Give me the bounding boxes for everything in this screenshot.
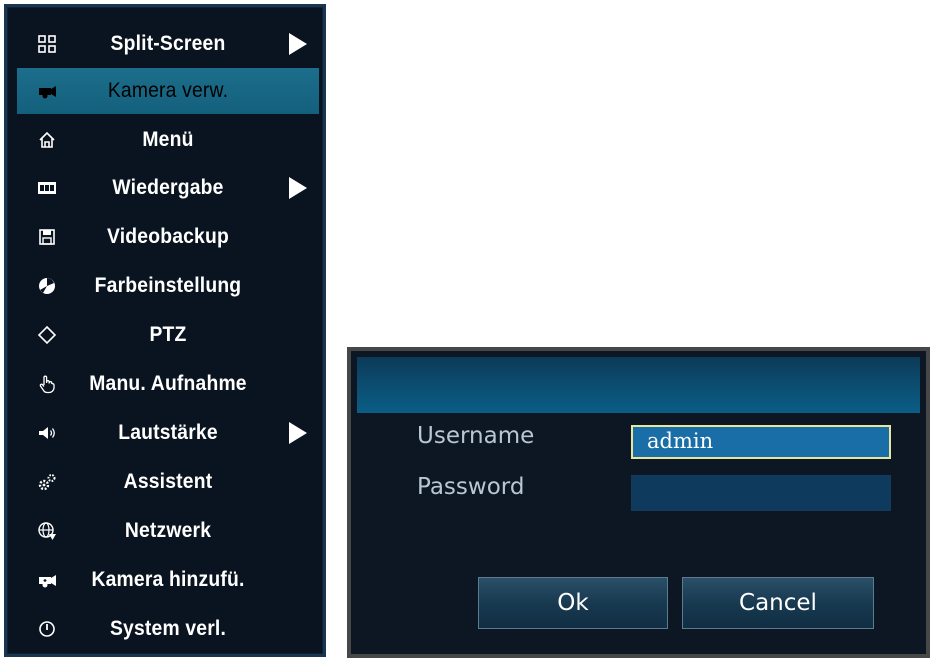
menu-item-label: Manu. Aufnahme <box>89 372 247 395</box>
submenu-arrow-icon <box>289 422 307 444</box>
menu-item-farbeinstellung[interactable]: Farbeinstellung <box>17 263 319 309</box>
menu-item-label: System verl. <box>109 617 227 640</box>
color-palette-icon <box>37 276 57 296</box>
menu-item-label: Kamera hinzufü. <box>91 568 245 591</box>
camera-icon <box>37 81 57 101</box>
password-label: Password <box>417 474 525 500</box>
username-field[interactable]: admin <box>631 425 891 459</box>
menu-item-menu[interactable]: Menü <box>17 117 319 163</box>
menu-item-label: Menü <box>142 128 194 151</box>
floppy-disk-icon <box>37 227 57 247</box>
split-screen-icon <box>37 34 57 54</box>
username-label: Username <box>417 423 535 449</box>
menu-item-lautstarke[interactable]: Lautstärke <box>17 410 319 456</box>
menu-item-ptz[interactable]: PTZ <box>17 312 319 358</box>
menu-item-label: Kamera verw. <box>107 79 229 102</box>
film-icon <box>37 178 57 198</box>
menu-item-wiedergabe[interactable]: Wiedergabe <box>17 165 319 211</box>
menu-item-assistent[interactable]: Assistent <box>17 459 319 505</box>
menu-item-label: Wiedergabe <box>112 176 224 199</box>
submenu-arrow-icon <box>289 177 307 199</box>
context-menu: Split-Screen Kamera verw. Menü Wiedergab… <box>4 4 326 657</box>
hand-pointer-icon <box>37 374 57 394</box>
menu-item-system-verl[interactable]: System verl. <box>17 606 319 652</box>
menu-item-manu-aufnahme[interactable]: Manu. Aufnahme <box>17 361 319 407</box>
menu-item-split-screen[interactable]: Split-Screen <box>17 21 319 67</box>
power-icon <box>37 619 57 639</box>
menu-item-label: PTZ <box>149 323 187 346</box>
menu-item-label: Split-Screen <box>110 32 226 55</box>
menu-item-kamera-hinzufu[interactable]: Kamera hinzufü. <box>17 557 319 603</box>
ok-button[interactable]: Ok <box>478 577 668 629</box>
speaker-icon <box>37 423 57 443</box>
login-dialog: Username admin Password Ok Cancel <box>347 347 930 658</box>
menu-item-label: Netzwerk <box>124 519 212 542</box>
ptz-icon <box>37 325 57 345</box>
menu-item-netzwerk[interactable]: Netzwerk <box>17 508 319 554</box>
submenu-arrow-icon <box>289 33 307 55</box>
menu-item-label: Farbeinstellung <box>94 274 242 297</box>
menu-item-label: Lautstärke <box>118 421 218 444</box>
home-icon <box>37 130 57 150</box>
globe-icon <box>37 521 57 541</box>
menu-item-label: Videobackup <box>107 225 229 248</box>
dialog-title-bar[interactable] <box>357 357 920 413</box>
menu-item-videobackup[interactable]: Videobackup <box>17 214 319 260</box>
camera-add-icon <box>37 570 57 590</box>
menu-item-kamera-verw[interactable]: Kamera verw. <box>17 68 319 114</box>
password-field[interactable] <box>631 475 891 511</box>
cancel-button[interactable]: Cancel <box>682 577 874 629</box>
menu-item-label: Assistent <box>123 470 213 493</box>
gears-icon <box>37 472 57 492</box>
